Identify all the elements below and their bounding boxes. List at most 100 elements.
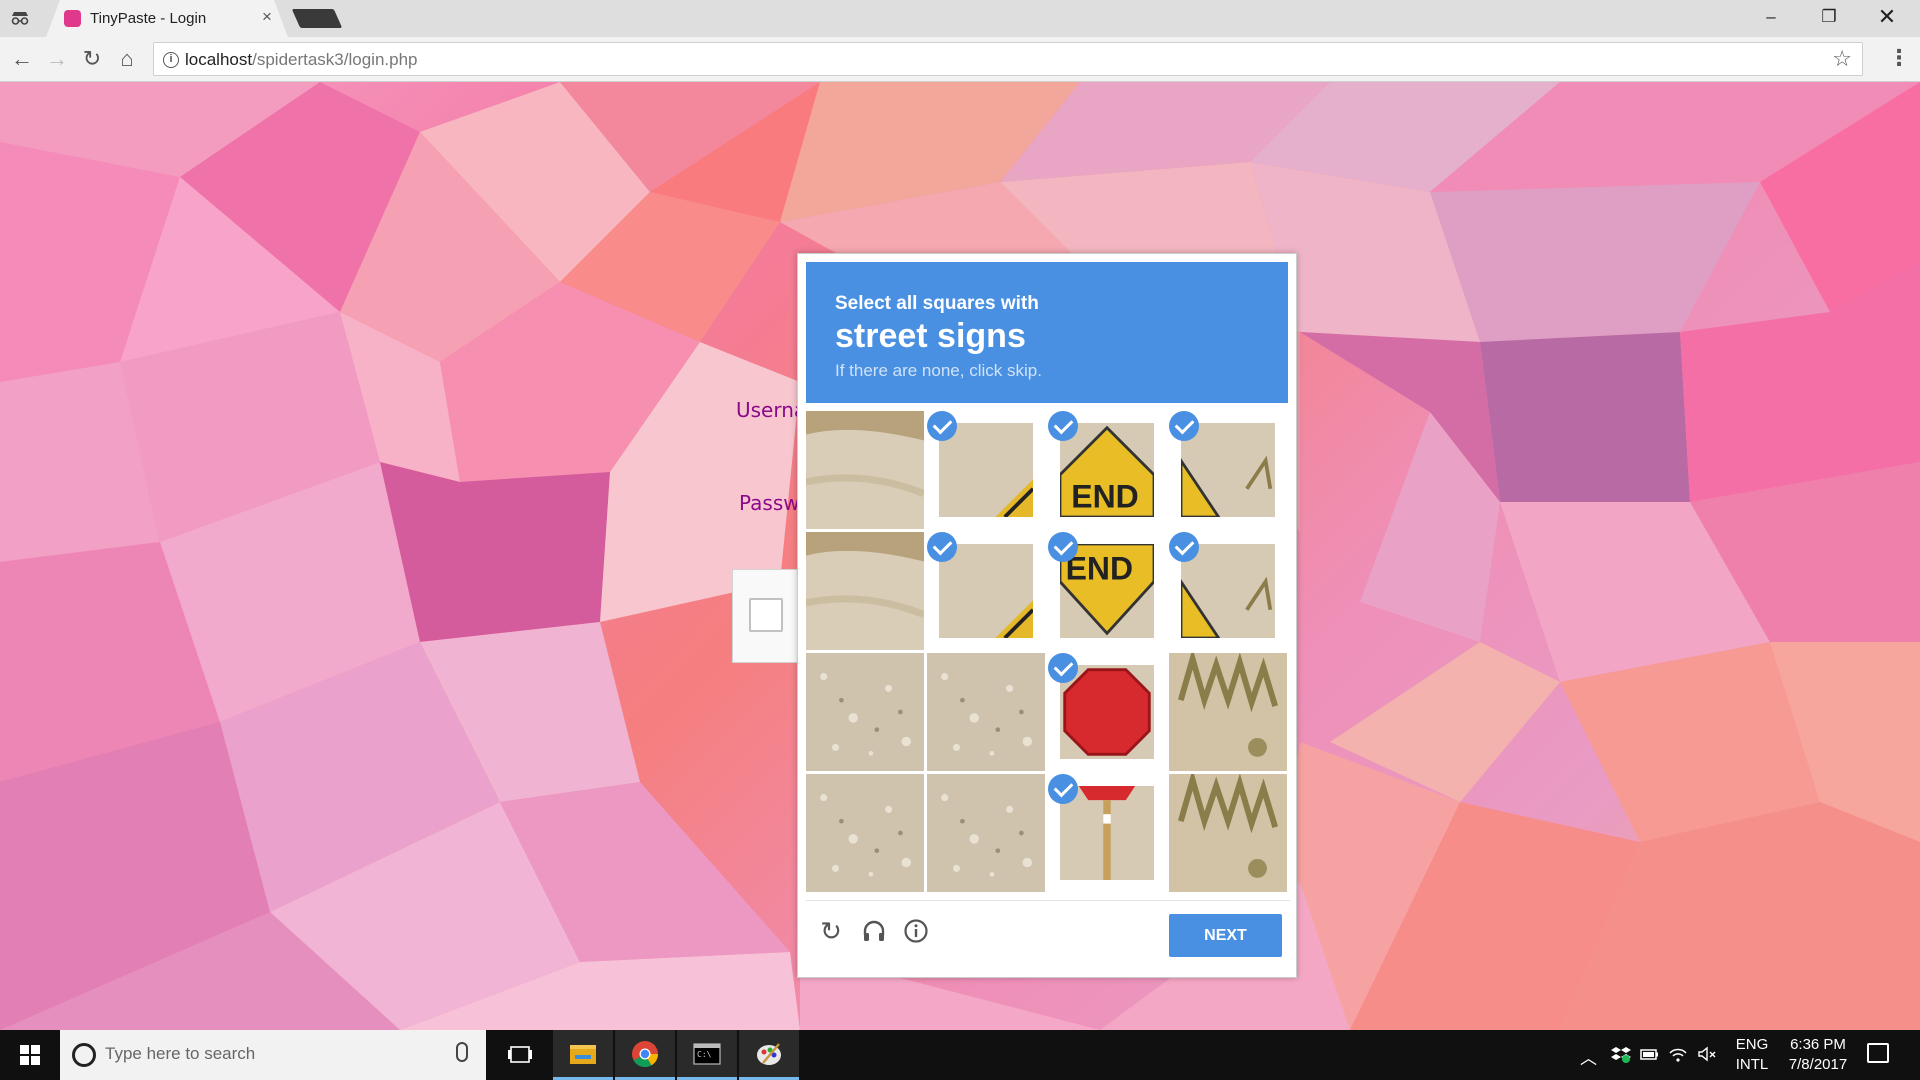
captcha-tile[interactable]	[1169, 532, 1287, 650]
chrome-glyph	[632, 1041, 659, 1068]
svg-text:C:\: C:\	[697, 1050, 712, 1059]
url-path: /spidertask3/login.php	[252, 50, 418, 69]
tile-image	[927, 653, 1045, 771]
help-info-icon[interactable]	[899, 914, 933, 948]
browser-menu-icon[interactable]: ⋮	[1888, 45, 1910, 71]
folder-glyph	[570, 1045, 596, 1064]
captcha-tile[interactable]	[806, 653, 924, 771]
checkmark-icon	[927, 411, 957, 441]
captcha-tile[interactable]	[1169, 411, 1287, 529]
task-view-icon[interactable]	[490, 1030, 550, 1080]
captcha-tile[interactable]	[927, 653, 1045, 771]
chrome-icon[interactable]	[615, 1030, 675, 1080]
system-clock[interactable]: 6:36 PM 7/8/2017	[1779, 1035, 1857, 1075]
maximize-button[interactable]: ❐	[1800, 0, 1858, 37]
wifi-icon[interactable]	[1668, 1045, 1688, 1063]
svg-text:END: END	[1071, 479, 1138, 515]
checkmark-icon	[1048, 774, 1078, 804]
input-language-indicator[interactable]: ENG INTL	[1732, 1035, 1772, 1075]
tile-image	[939, 544, 1033, 638]
battery-icon[interactable]	[1639, 1045, 1659, 1063]
action-center-icon[interactable]	[1867, 1043, 1889, 1063]
tile-image	[806, 774, 924, 892]
back-icon[interactable]: ←	[8, 45, 36, 73]
tab-close-icon[interactable]: ×	[262, 7, 272, 27]
captcha-tile[interactable]	[806, 774, 924, 892]
captcha-tile[interactable]	[927, 532, 1045, 650]
checkmark-icon	[1048, 653, 1078, 683]
browser-tab[interactable]: TinyPaste - Login ×	[46, 0, 288, 37]
clock-date: 7/8/2017	[1788, 1056, 1848, 1073]
checkmark-icon	[927, 532, 957, 562]
captcha-hint: If there are none, click skip.	[835, 361, 1042, 380]
captcha-tile[interactable]	[927, 774, 1045, 892]
tinypaste-favicon-icon	[64, 10, 81, 27]
next-button[interactable]: NEXT	[1169, 914, 1282, 957]
captcha-tile[interactable]	[1169, 653, 1287, 771]
captcha-tile[interactable]	[1048, 774, 1166, 892]
captcha-tile[interactable]: END	[1048, 411, 1166, 529]
captcha-tile[interactable]	[1169, 774, 1287, 892]
captcha-header: Select all squares with street signs If …	[806, 262, 1288, 403]
url-text[interactable]: localhost/spidertask3/login.php	[185, 50, 418, 70]
paint-icon[interactable]	[739, 1030, 799, 1080]
tile-image	[806, 411, 924, 529]
tray-overflow-chevron-icon[interactable]: ︿	[1580, 1044, 1597, 1069]
reload-icon[interactable]: ↻	[78, 45, 106, 73]
tile-image	[1169, 774, 1287, 892]
microphone-icon[interactable]	[456, 1042, 468, 1062]
incognito-icon	[11, 12, 29, 25]
forward-icon[interactable]: →	[43, 45, 71, 73]
captcha-footer: ↻ NEXT	[806, 900, 1290, 970]
username-label: Userna	[736, 398, 807, 422]
site-info-icon[interactable]: i	[163, 52, 179, 68]
headphones-icon[interactable]	[857, 914, 891, 948]
windows-start-icon[interactable]	[0, 1030, 60, 1080]
tile-image	[939, 423, 1033, 517]
captcha-tile[interactable]	[806, 532, 924, 650]
tile-image: END	[1060, 423, 1154, 517]
file-explorer-icon[interactable]	[553, 1030, 613, 1080]
captcha-tile[interactable]	[806, 411, 924, 529]
task-view-glyph	[508, 1046, 532, 1063]
bookmark-star-icon[interactable]: ☆	[1832, 46, 1852, 72]
captcha-tile[interactable]	[927, 411, 1045, 529]
captcha-tile[interactable]: END	[1048, 532, 1166, 650]
tile-image	[1169, 653, 1287, 771]
command-prompt-icon[interactable]: C:\	[677, 1030, 737, 1080]
taskbar-search-box[interactable]: Type here to search	[60, 1030, 486, 1080]
captcha-target: street signs	[835, 317, 1026, 355]
page-viewport: Userna Passw Select all squares with str…	[0, 82, 1920, 1030]
checkmark-icon	[1048, 532, 1078, 562]
tile-image	[1060, 665, 1154, 759]
minimize-button[interactable]: –	[1742, 0, 1800, 37]
tab-title: TinyPaste - Login	[90, 10, 207, 27]
home-icon[interactable]: ⌂	[113, 45, 141, 73]
lang-line1: ENG	[1735, 1036, 1769, 1053]
tile-image	[806, 532, 924, 650]
cortana-icon[interactable]	[72, 1043, 96, 1067]
browser-titlebar: TinyPaste - Login × – ❐ ✕	[0, 0, 1920, 37]
headphones-glyph	[863, 920, 885, 941]
checkmark-icon	[1169, 411, 1199, 441]
recaptcha-checkbox[interactable]	[749, 598, 783, 632]
address-bar[interactable]: i localhost/spidertask3/login.php ☆	[153, 42, 1863, 76]
tile-image	[1060, 786, 1154, 880]
new-tab-button[interactable]	[291, 9, 343, 28]
windows-taskbar: Type here to search C:\ ︿ ENG INTL 6:36 P…	[0, 1030, 1920, 1080]
captcha-instruction: Select all squares with	[835, 293, 1039, 314]
volume-muted-icon[interactable]	[1697, 1045, 1717, 1063]
tile-image: END	[1060, 544, 1154, 638]
terminal-glyph: C:\	[693, 1043, 721, 1065]
tile-image	[1181, 423, 1275, 517]
captcha-reload-icon[interactable]: ↻	[814, 914, 848, 948]
close-window-button[interactable]: ✕	[1858, 0, 1916, 37]
dropbox-icon[interactable]	[1611, 1045, 1631, 1063]
palette-glyph	[757, 1043, 781, 1065]
url-host: localhost	[185, 50, 253, 69]
tile-image	[806, 653, 924, 771]
captcha-challenge-dialog: Select all squares with street signs If …	[797, 253, 1297, 978]
info-circle-glyph	[904, 919, 928, 943]
tile-image	[1181, 544, 1275, 638]
captcha-tile[interactable]	[1048, 653, 1166, 771]
